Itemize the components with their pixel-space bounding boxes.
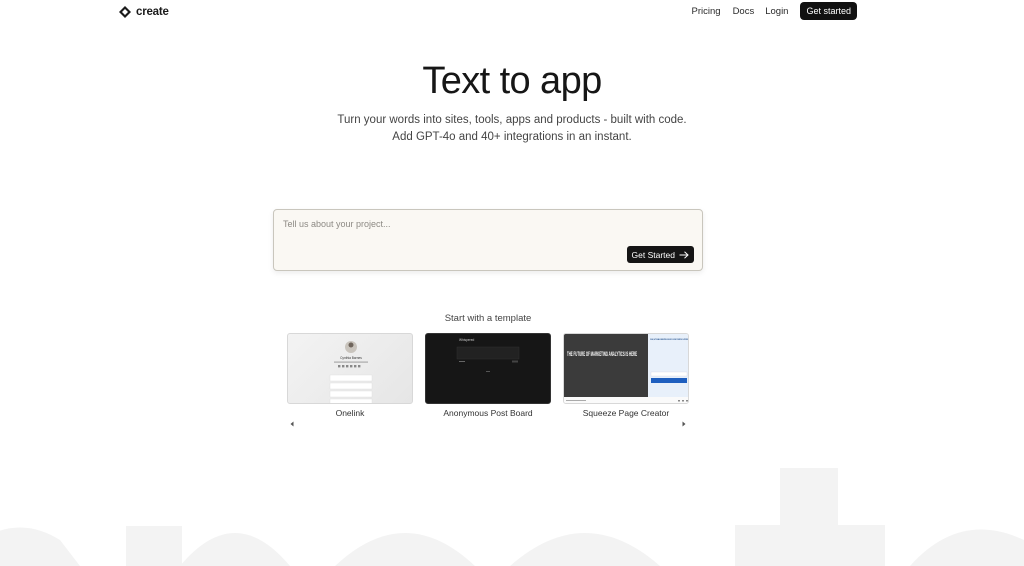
template-thumbnail: THE FUTURE OF MARKETING ANALYTICS IS HER… [563,333,689,404]
template-thumbnail: Cynthia Barnes [287,333,413,404]
template-label-onelink: Onelink [335,408,365,418]
hero-title: Text to app [422,60,602,102]
squeeze-preview-headline: THE FUTURE OF MARKETING ANALYTICS IS HER… [567,351,637,358]
chevron-right-icon[interactable] [680,420,688,428]
template-card-onelink[interactable]: Cynthia Barnes Onelink [287,333,413,418]
template-label-squeeze-page-creator: Squeeze Page Creator [582,408,670,418]
nav-pricing-link[interactable]: Pricing [692,6,721,17]
nav-login-link[interactable]: Login [765,6,788,17]
squeeze-page-preview: THE FUTURE OF MARKETING ANALYTICS IS HER… [564,334,688,403]
top-nav: create Pricing Docs Login Get started [0,0,1024,24]
arrow-right-icon [679,250,689,259]
template-card-anonymous-post-board[interactable]: Whispered Anonymous Post Board [425,333,551,418]
get-started-nav-button[interactable]: Get started [800,2,857,20]
onelink-preview: Cynthia Barnes [329,341,373,403]
templates-heading: Start with a template [444,313,532,324]
squeeze-preview-side-text: CLEAR, ACTIONABLE MARKETING INSIGHTS ON … [650,338,688,341]
logo-link[interactable]: create [118,4,169,20]
project-prompt-box: Get Started [273,209,703,271]
chevron-left-icon[interactable] [288,420,296,428]
template-thumbnail: Whispered [425,333,551,404]
nav-links: Pricing Docs Login Get started [692,2,857,20]
project-prompt-input[interactable] [283,219,613,237]
hero-subtitle-line2: Add GPT-4o and 40+ integrations in an in… [392,131,632,143]
hero-subtitle-line1: Turn your words into sites, tools, apps … [337,114,687,126]
hero-subtitle: Turn your words into sites, tools, apps … [0,112,1024,146]
get-started-submit-button[interactable]: Get Started [626,246,694,263]
template-card-squeeze-page-creator[interactable]: THE FUTURE OF MARKETING ANALYTICS IS HER… [563,333,689,418]
create-logo-icon [119,6,131,18]
logo-text: create [136,6,169,18]
submit-label: Get Started [631,249,675,260]
post-board-preview-title: Whispered [459,338,474,342]
onelink-preview-name: Cynthia Barnes [340,356,362,360]
template-label-anonymous-post-board: Anonymous Post Board [443,408,533,418]
post-board-preview: Whispered [456,338,520,372]
nav-docs-link[interactable]: Docs [733,6,755,17]
